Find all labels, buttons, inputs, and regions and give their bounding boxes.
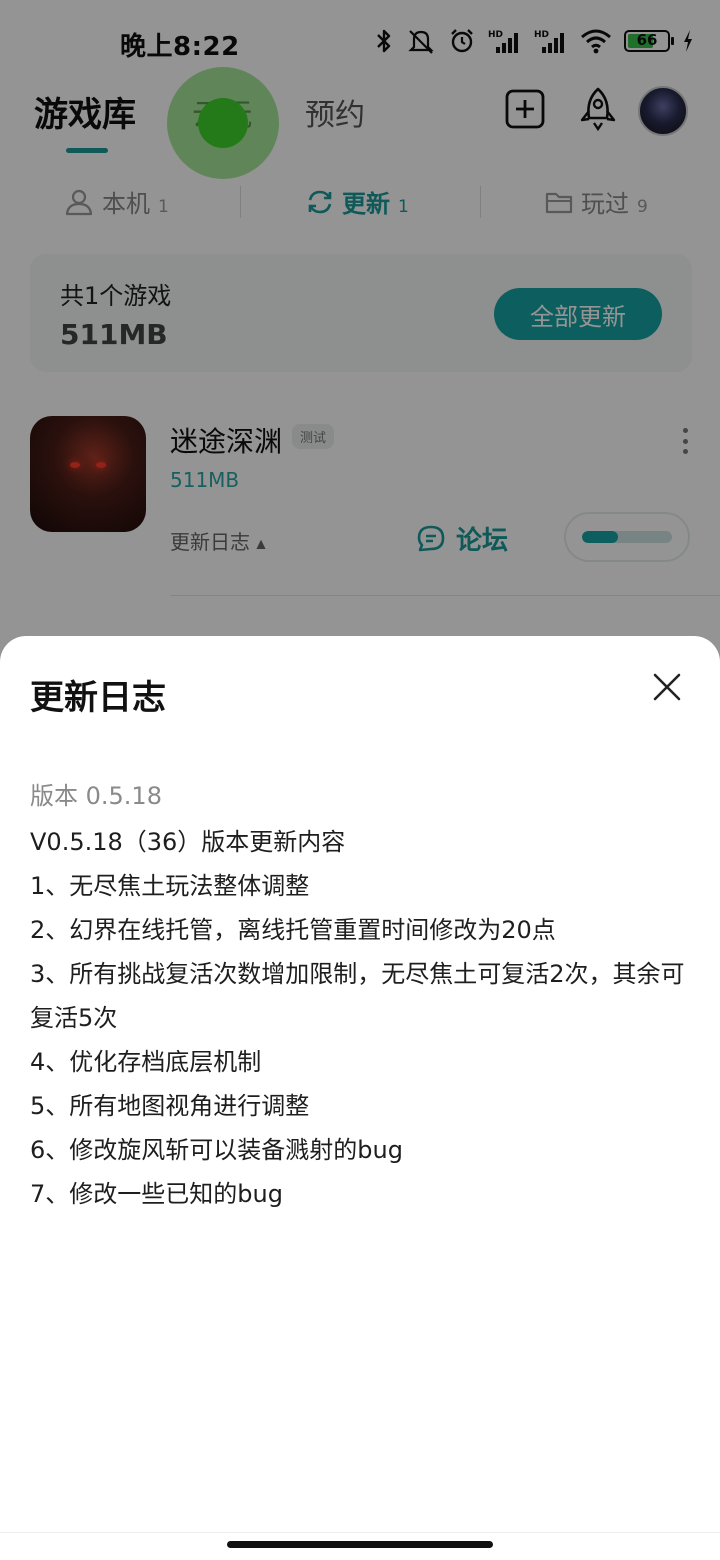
release-note-line: 5、所有地图视角进行调整 [30,1092,310,1120]
sheet-divider [0,1532,720,1533]
release-note-line: 7、修改一些已知的bug [30,1180,283,1208]
version-label: 版本 0.5.18 [30,782,162,810]
release-note-line: 1、无尽焦土玩法整体调整 [30,872,310,900]
release-note-line: 4、优化存档底层机制 [30,1048,262,1076]
release-note-line: 3、所有挑战复活次数增加限制，无尽焦土可复活2次，其余可复活5次 [30,960,685,1032]
release-note-line: 2、幻界在线托管，离线托管重置时间修改为20点 [30,916,556,944]
close-button[interactable] [650,670,684,704]
close-icon [653,673,681,701]
home-indicator[interactable] [227,1541,493,1548]
release-note-line: 6、修改旋风斩可以装备溅射的bug [30,1136,403,1164]
sheet-title: 更新日志 [30,678,166,718]
release-notes: V0.5.18（36）版本更新内容 1、无尽焦土玩法整体调整 2、幻界在线托管，… [30,820,690,1216]
changelog-sheet: 更新日志 版本 0.5.18 V0.5.18（36）版本更新内容 1、无尽焦土玩… [0,636,720,1560]
release-note-line: V0.5.18（36）版本更新内容 [30,828,346,856]
